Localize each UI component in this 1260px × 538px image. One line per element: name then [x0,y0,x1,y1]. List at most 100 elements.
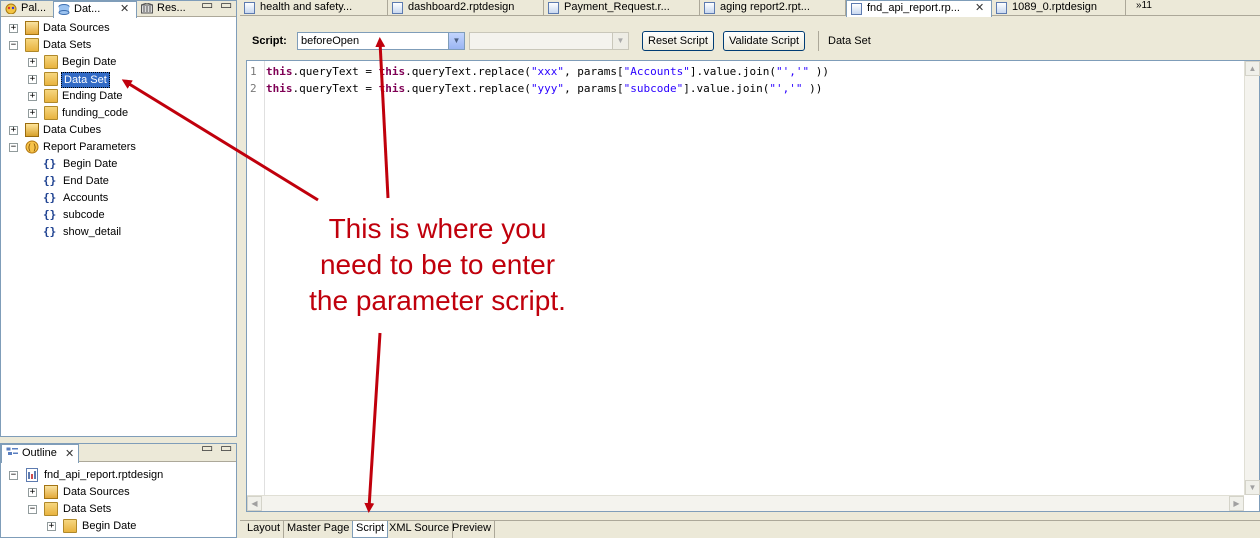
expand-icon[interactable]: + [47,522,56,531]
page-tabbar: Layout Master Page Script XML Source Pre… [240,520,1260,538]
tree-label: Begin Date [82,520,137,532]
expand-icon[interactable]: + [9,126,18,135]
close-icon[interactable]: ✕ [120,2,129,16]
tab-master-page[interactable]: Master Page [284,521,354,538]
maximize-icon[interactable]: ▭ [220,440,232,456]
close-icon[interactable]: ✕ [65,446,74,463]
tree-item-dataset-data-set[interactable]: + Data Set [1,71,231,88]
scroll-up-icon[interactable]: ▲ [1245,61,1260,76]
tab-data-explorer[interactable]: Dat... ✕ [53,1,137,18]
tab-xml-source[interactable]: XML Source [386,521,454,538]
scroll-down-icon[interactable]: ▼ [1245,480,1260,495]
script-toolbar: Script: beforeOpen ▼ ▼ Reset Script Vali… [240,17,1260,59]
collapse-icon[interactable]: − [9,143,18,152]
tab-palette[interactable]: Pal... [1,1,53,17]
tree-item-dataset-begin-date[interactable]: + Begin Date [1,54,231,71]
tab-preview[interactable]: Preview [449,521,496,538]
tab-layout[interactable]: Layout [244,521,285,538]
minimize-icon[interactable]: ▭ [201,0,213,13]
close-icon[interactable]: ✕ [975,1,984,15]
chevron-down-icon[interactable]: ▼ [612,33,628,49]
expand-icon[interactable]: + [28,109,37,118]
tab-label: aging report2.rpt... [720,1,810,13]
collapse-icon[interactable]: − [28,505,37,514]
outline-item-data-sets[interactable]: − Data Sets [1,501,231,518]
vertical-scrollbar[interactable]: ▲ ▼ [1244,61,1260,495]
tree-item-data-sets[interactable]: − Data Sets [1,37,231,54]
tree-label: Data Sets [43,39,92,51]
code-line: this.queryText = this.queryText.replace(… [266,63,829,80]
horizontal-scrollbar[interactable]: ◀ ▶ [247,495,1244,511]
expand-icon[interactable]: + [28,75,37,84]
tree-item-param-accounts[interactable]: {} Accounts [1,190,231,207]
outline-icon [6,447,18,458]
code-keyword: this [266,82,293,95]
outline-tabbar: Outline ✕ ▭ ▭ [1,440,236,463]
tree-label: fnd_api_report.rptdesign [44,469,164,481]
outline-item-data-sources[interactable]: + Data Sources [1,484,231,501]
tab-label: Res... [157,2,186,14]
editor-tab[interactable]: Payment_Request.r... [544,0,700,16]
expand-icon[interactable]: + [28,92,37,101]
context-label: Data Set [828,35,871,47]
editor-tab[interactable]: health and safety... [240,0,388,16]
chevron-down-icon[interactable]: ▼ [448,33,464,49]
dataset-icon [44,89,58,103]
tree-item-report-parameters[interactable]: − () Report Parameters [1,139,231,156]
tree-item-param-subcode[interactable]: {} subcode [1,207,231,224]
editor-tab[interactable]: 1089_0.rptdesign [992,0,1126,16]
report-file-icon [996,2,1007,14]
code-string: "xxx" [530,65,565,78]
data-cubes-icon [25,123,39,137]
line-number-gutter: 12 [247,61,265,495]
tab-label: Payment_Request.r... [564,1,670,13]
report-design-icon [25,468,39,482]
collapse-icon[interactable]: − [9,41,18,50]
outline-item-begin-date[interactable]: + Begin Date [1,518,231,535]
tab-outline[interactable]: Outline ✕ [1,444,79,463]
tree-label: Accounts [63,192,109,204]
minimize-icon[interactable]: ▭ [201,440,213,456]
code-text: ].value.join( [689,65,776,78]
scroll-left-icon[interactable]: ◀ [247,496,262,511]
editor-tab[interactable]: aging report2.rpt... [700,0,846,16]
tree-item-param-begin-date[interactable]: {} Begin Date [1,156,231,173]
outline-item-report[interactable]: − fnd_api_report.rptdesign [1,467,231,484]
reset-script-button[interactable]: Reset Script [642,31,714,51]
event-select[interactable]: beforeOpen ▼ [297,32,465,50]
tab-label: health and safety... [260,1,353,13]
expand-icon[interactable]: + [28,58,37,67]
expand-icon[interactable]: + [28,488,37,497]
expand-icon[interactable]: + [9,24,18,33]
library-icon [140,2,154,14]
data-sets-icon [44,502,58,516]
dataset-icon [44,72,58,86]
editor-tab-active[interactable]: fnd_api_report.rp... ✕ [846,0,992,17]
code-text: , params[ [564,65,624,78]
parameter-icon: {} [43,191,57,204]
tree-label-selected: Data Set [61,72,110,88]
tab-script[interactable]: Script [352,521,389,538]
validate-script-button[interactable]: Validate Script [723,31,806,51]
code-text: .queryText.replace( [405,82,531,95]
maximize-icon[interactable]: ▭ [220,0,232,13]
collapse-icon[interactable]: − [9,471,18,480]
tree-item-dataset-funding-code[interactable]: + funding_code [1,105,231,122]
scroll-right-icon[interactable]: ▶ [1229,496,1244,511]
tree-item-param-end-date[interactable]: {} End Date [1,173,231,190]
tree-label: End Date [63,175,109,187]
tree-item-data-cubes[interactable]: + Data Cubes [1,122,231,139]
tree-item-data-sources[interactable]: + Data Sources [1,20,231,37]
parameter-icon: {} [43,157,57,170]
tab-resource-explorer[interactable]: Res... [137,1,193,17]
outline-panel: Outline ✕ ▭ ▭ − fnd_api_report.rptdesign… [0,440,237,538]
more-tabs-button[interactable]: »11 [1136,0,1152,11]
tab-label: 1089_0.rptdesign [1012,1,1098,13]
method-select[interactable]: ▼ [469,32,629,50]
tree-label: show_detail [63,226,122,238]
tree-item-dataset-ending-date[interactable]: + Ending Date [1,88,231,105]
editor-tab[interactable]: dashboard2.rptdesign [388,0,544,16]
event-select-value: beforeOpen [301,35,360,47]
tree-item-param-show-detail[interactable]: {} show_detail [1,224,231,241]
code-string: "Accounts" [623,65,690,78]
